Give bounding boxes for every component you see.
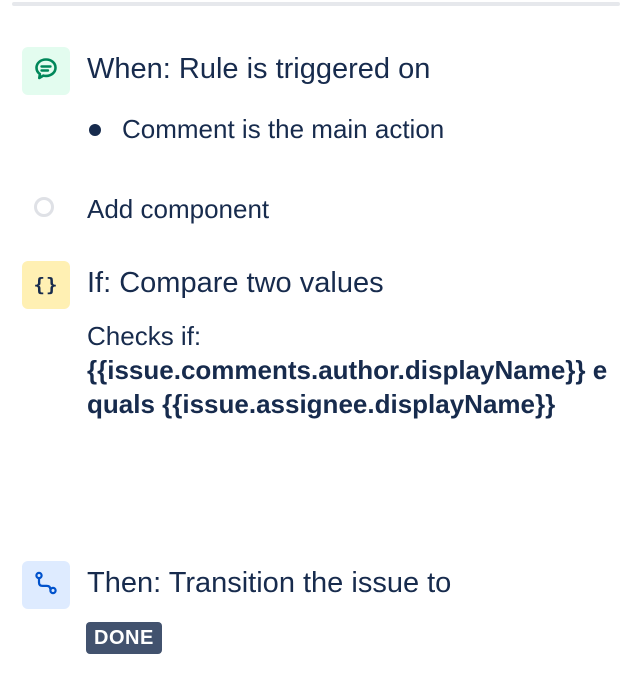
comment-icon — [33, 56, 59, 87]
bullet-icon — [89, 124, 101, 136]
trigger-detail: Comment is the main action — [122, 114, 445, 144]
add-component-button[interactable]: Add component — [87, 193, 269, 225]
condition-title[interactable]: If: Compare two values — [87, 266, 384, 300]
action-icon-box[interactable] — [22, 561, 70, 609]
transition-icon — [33, 570, 59, 601]
condition-icon-box[interactable]: {} — [22, 261, 70, 309]
action-title[interactable]: Then: Transition the issue to — [87, 566, 451, 600]
add-component-circle-icon[interactable] — [34, 197, 54, 217]
braces-icon: {} — [33, 274, 59, 296]
divider — [12, 2, 620, 6]
condition-description: Checks if: {{issue.comments.author.displ… — [87, 319, 617, 421]
trigger-title[interactable]: When: Rule is triggered on — [87, 52, 430, 86]
status-badge: DONE — [86, 622, 162, 654]
trigger-icon-box[interactable] — [22, 47, 70, 95]
rule-editor: When: Rule is triggered on Comment is th… — [0, 0, 638, 692]
condition-label: Checks if: — [87, 321, 202, 351]
condition-expression: {{issue.comments.author.displayName}} eq… — [87, 355, 608, 419]
